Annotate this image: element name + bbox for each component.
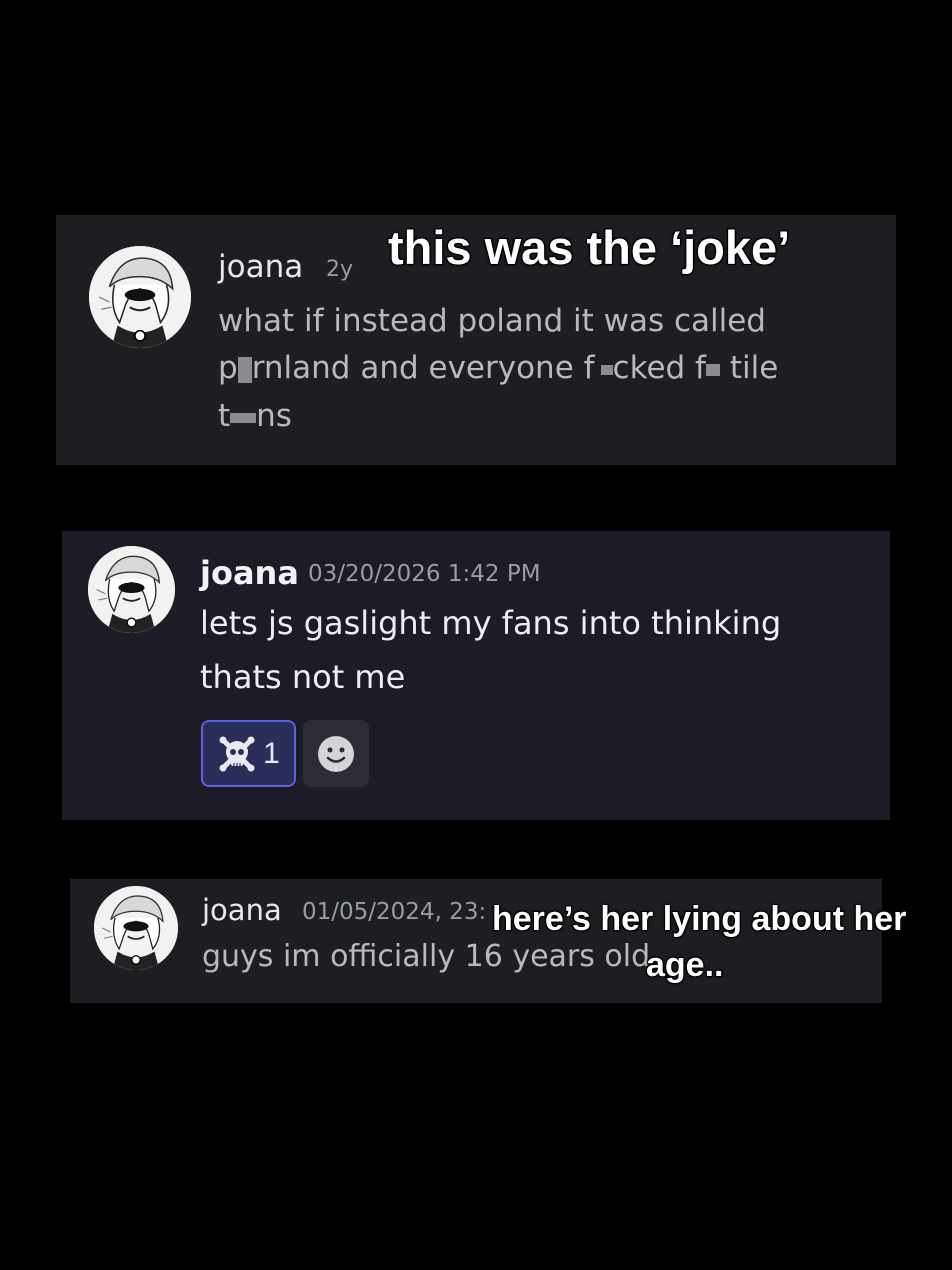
timestamp: 01/05/2024, 23: [302,899,487,925]
message-card-3: joana 01/05/2024, 23: guys im officially… [70,879,882,1003]
message-line-3: t ns [218,398,292,434]
smiley-icon [318,735,354,772]
message-line-1: lets js gaslight my fans into thinking [200,604,782,642]
message-text: p [218,350,238,386]
message-text: t [218,398,231,434]
avatar[interactable] [88,546,175,633]
avatar-illustration-icon [88,546,175,633]
timestamp: 03/20/2026 1:42 PM [308,561,541,587]
message-text: rnland and everyone f [251,350,595,386]
username[interactable]: joana [202,893,282,927]
caption-bottom-line-1: here’s her lying about her [492,900,907,938]
censor-block [705,363,720,376]
avatar-illustration-icon [94,886,178,970]
message-line-2: thats not me [200,658,406,696]
message-line-2: p rnland and everyone f cked f tile [218,350,778,386]
reaction-count: 1 [263,736,280,770]
timestamp: 2y [326,257,354,282]
message-text: ns [256,398,292,434]
censor-block [600,364,613,375]
skull-crossbones-icon [219,736,255,771]
message-line-1: guys im officially 16 years old [202,939,651,974]
caption-bottom-line-2: age.. [646,946,724,984]
censor-block [237,356,252,383]
message-card-2: joana 03/20/2026 1:42 PM lets js gasligh… [62,531,890,820]
message-text: tile [719,350,779,386]
caption-top: this was the ‘joke’ [388,221,791,274]
add-reaction-button[interactable] [303,720,369,787]
username[interactable]: joana [218,249,303,285]
message-text: cked f [612,350,706,386]
avatar[interactable] [89,246,191,348]
username[interactable]: joana [200,554,299,592]
censor-block [230,412,257,423]
message-line-1: what if instead poland it was called [218,303,766,339]
avatar-illustration-icon [89,246,191,348]
avatar[interactable] [94,886,178,970]
reaction-skull-button[interactable]: 1 [201,720,296,787]
